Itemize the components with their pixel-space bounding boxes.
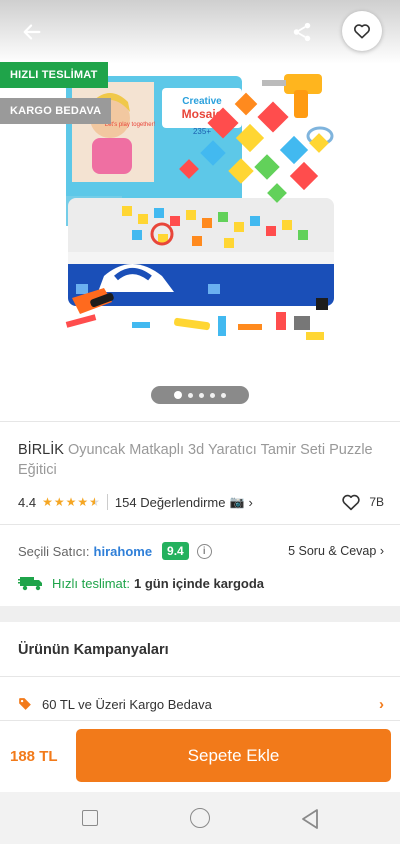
separator bbox=[106, 494, 108, 510]
delivery-value: 1 gün içinde kargoda bbox=[134, 575, 265, 591]
rating-row: 4.4 ★ ★ ★ ★ ★ 154 Değerlendirme 📷 › 7B bbox=[18, 492, 384, 512]
free-cargo-badge: KARGO BEDAVA bbox=[0, 98, 112, 124]
pagination-dot[interactable] bbox=[199, 392, 204, 398]
add-to-cart-button[interactable]: Sepete Ekle bbox=[76, 729, 391, 782]
reviews-link[interactable]: 154 Değerlendirme bbox=[115, 495, 226, 510]
rating-value: 4.4 bbox=[18, 494, 37, 510]
like-count-button[interactable]: 7B bbox=[341, 493, 384, 511]
product-gallery[interactable]: Creative Mosaic 235+ Let's play together… bbox=[0, 0, 400, 420]
qa-link[interactable]: 5 Soru & Cevap › bbox=[288, 544, 384, 558]
product-title: BİRLİK Oyuncak Matkaplı 3d Yaratıcı Tami… bbox=[18, 440, 378, 480]
pagination-dot[interactable] bbox=[210, 392, 215, 398]
chevron-right-icon: › bbox=[379, 695, 384, 713]
campaigns-title: Ürünün Kampanyaları bbox=[18, 642, 169, 658]
info-icon[interactable]: i bbox=[196, 543, 212, 559]
box-tagline: Let's play together! bbox=[105, 122, 156, 128]
home-icon[interactable] bbox=[190, 808, 210, 828]
seller-label: Seçili Satıcı: bbox=[18, 543, 90, 559]
rating-stars: ★ ★ ★ ★ ★ bbox=[42, 495, 100, 509]
divider bbox=[0, 421, 400, 422]
product-brand[interactable]: BİRLİK bbox=[18, 442, 64, 458]
tag-icon bbox=[19, 698, 31, 710]
delivery-row: Hızlı teslimat: 1 gün içinde kargoda bbox=[18, 573, 264, 593]
header-shade bbox=[0, 0, 400, 64]
heart-icon bbox=[354, 24, 370, 39]
seller-name-link[interactable]: hirahome bbox=[94, 544, 153, 559]
pagination-dot[interactable] bbox=[174, 391, 182, 399]
campaign-item[interactable]: 60 TL ve Üzeri Kargo Bedava › bbox=[18, 694, 384, 714]
product-name: Oyuncak Matkaplı 3d Yaratıcı Tamir Seti … bbox=[18, 442, 373, 478]
share-button[interactable] bbox=[284, 14, 320, 50]
camera-icon: 📷 bbox=[229, 495, 245, 509]
arrow-left-icon bbox=[23, 24, 41, 40]
share-icon bbox=[293, 22, 311, 42]
qa-label: 5 Soru & Cevap bbox=[288, 544, 377, 558]
delivery-label: Hızlı teslimat: bbox=[52, 575, 131, 591]
divider bbox=[0, 524, 400, 525]
half-star-icon: ★ bbox=[89, 495, 100, 509]
campaign-text: 60 TL ve Üzeri Kargo Bedava bbox=[42, 696, 212, 712]
pagination-dot[interactable] bbox=[221, 392, 226, 398]
seller-score-badge: 9.4 bbox=[162, 542, 189, 560]
nav-back-icon[interactable] bbox=[300, 808, 320, 830]
chevron-right-icon: › bbox=[248, 494, 253, 510]
back-button[interactable] bbox=[14, 14, 50, 50]
section-separator bbox=[0, 606, 400, 622]
fast-delivery-badge: HIZLI TESLİMAT bbox=[0, 62, 108, 88]
divider bbox=[0, 676, 400, 677]
chevron-right-icon: › bbox=[379, 544, 384, 558]
like-count: 7B bbox=[369, 495, 384, 509]
star-icon: ★ bbox=[53, 495, 65, 509]
truck-icon bbox=[18, 577, 42, 591]
recent-apps-icon[interactable] bbox=[82, 810, 98, 826]
box-line1: Creative bbox=[182, 96, 222, 107]
heart-icon bbox=[342, 494, 360, 511]
star-icon: ★ bbox=[42, 495, 53, 509]
star-icon: ★ bbox=[65, 495, 77, 509]
price: 188 TL bbox=[10, 748, 58, 765]
pagination-dot[interactable] bbox=[188, 392, 193, 398]
image-pagination[interactable] bbox=[151, 386, 249, 404]
box-pieces: 235+ bbox=[193, 127, 211, 136]
seller-row: Seçili Satıcı: hirahome 9.4 i 5 Soru & C… bbox=[18, 540, 384, 562]
star-icon: ★ bbox=[77, 495, 89, 509]
favorite-button[interactable] bbox=[342, 11, 382, 51]
